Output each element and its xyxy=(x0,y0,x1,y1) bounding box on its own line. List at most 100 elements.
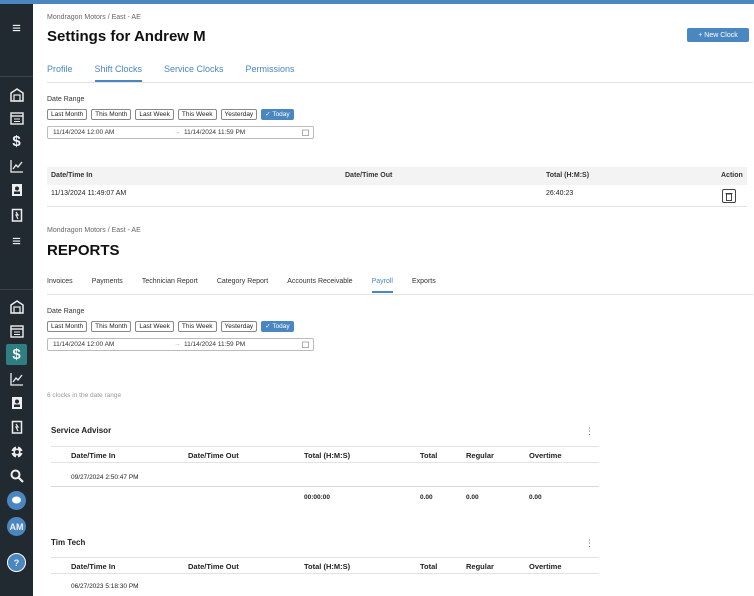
range-arrow-icon: → xyxy=(174,129,181,136)
preset-yesterday-button[interactable]: Yesterday xyxy=(220,109,258,120)
col-total: Total xyxy=(420,451,438,460)
regular-value: 0.00 xyxy=(466,494,479,501)
tab-accounts-receivable[interactable]: Accounts Receivable xyxy=(287,278,352,289)
clock-count-text: 6 clocks in the date range xyxy=(47,392,122,399)
date-range-picker[interactable]: 11/14/2024 12:00 AM → 11/14/2024 11:59 P… xyxy=(47,126,314,139)
col-time-out: Date/Time Out xyxy=(188,562,239,571)
tab-divider xyxy=(47,294,753,295)
tab-service-clocks[interactable]: Service Clocks xyxy=(164,64,224,78)
tab-category-report[interactable]: Category Report xyxy=(217,278,268,289)
row-total: 26:40:23 xyxy=(546,190,574,197)
date-range-picker[interactable]: 11/14/2024 12:00 AM → 11/14/2024 11:59 P… xyxy=(47,338,314,351)
range-presets: Last Month This Month Last Week This Wee… xyxy=(47,321,298,332)
garage-icon[interactable] xyxy=(6,84,27,105)
breadcrumb: Mondragon Motors / East - AE xyxy=(47,14,141,21)
chat-icon[interactable] xyxy=(7,491,26,510)
section-totals-row: 00:00:00 0.00 0.00 0.00 xyxy=(51,490,599,507)
help-icon[interactable]: ? xyxy=(7,553,26,572)
calendar-icon[interactable] xyxy=(6,107,27,128)
clipboard-icon-2[interactable] xyxy=(6,416,27,437)
col-time-in: Date/Time In xyxy=(71,562,116,571)
avatar[interactable]: AM xyxy=(7,517,26,536)
sidebar-divider xyxy=(0,289,33,290)
overtime-value: 0.00 xyxy=(529,494,542,501)
calendar-small-icon[interactable] xyxy=(302,129,309,138)
settings-gear-icon[interactable] xyxy=(6,441,27,462)
preset-last-week-button[interactable]: Last Week xyxy=(135,321,174,332)
col-action: Action xyxy=(721,172,743,179)
date-range-label: Date Range xyxy=(47,96,85,103)
tab-exports[interactable]: Exports xyxy=(412,278,436,289)
page-title: REPORTS xyxy=(47,242,120,259)
tab-technician-report[interactable]: Technician Report xyxy=(142,278,198,289)
payroll-grid-header: Date/Time In Date/Time Out Total (H:M:S)… xyxy=(51,446,599,463)
range-end-value: 11/14/2024 11:59 PM xyxy=(184,129,246,136)
clipboard-icon[interactable] xyxy=(6,204,27,225)
tab-divider xyxy=(47,82,753,83)
tab-profile[interactable]: Profile xyxy=(47,64,73,78)
preset-this-month-button[interactable]: This Month xyxy=(91,109,132,120)
col-time-out: Date/Time Out xyxy=(345,172,393,179)
range-end-value: 11/14/2024 11:59 PM xyxy=(184,341,246,348)
clocks-table-header: Date/Time In Date/Time Out Total (H:M:S)… xyxy=(47,167,747,185)
preset-today-button[interactable]: ✓ Today xyxy=(261,321,294,332)
preset-this-week-button[interactable]: This Week xyxy=(177,109,217,120)
delete-button[interactable] xyxy=(722,189,736,203)
payroll-grid-header: Date/Time In Date/Time Out Total (H:M:S)… xyxy=(51,557,599,574)
page-title: Settings for Andrew M xyxy=(47,28,206,45)
more-options-icon[interactable]: ⋮ xyxy=(585,426,594,437)
dollar-icon[interactable]: $ xyxy=(6,131,27,152)
tab-shift-clocks[interactable]: Shift Clocks xyxy=(94,64,142,82)
table-row: 06/27/2023 5:18:30 PM xyxy=(51,579,599,596)
total-value: 0.00 xyxy=(420,494,433,501)
row-time-in: 09/27/2024 2:50:47 PM xyxy=(71,474,139,481)
preset-last-week-button[interactable]: Last Week xyxy=(135,109,174,120)
calendar-small-icon[interactable] xyxy=(302,341,309,350)
settings-tabs: Profile Shift Clocks Service Clocks Perm… xyxy=(47,64,317,82)
preset-today-button[interactable]: ✓ Today xyxy=(261,109,294,120)
preset-last-month-button[interactable]: Last Month xyxy=(47,321,88,332)
menu-icon-2[interactable]: ≡ xyxy=(6,231,27,252)
col-overtime: Overtime xyxy=(529,451,562,460)
date-range-label: Date Range xyxy=(47,308,85,315)
col-regular: Regular xyxy=(466,562,494,571)
row-time-in: 06/27/2023 5:18:30 PM xyxy=(71,583,139,590)
range-start-value: 11/14/2024 12:00 AM xyxy=(53,129,115,136)
contacts-icon[interactable] xyxy=(6,179,27,200)
col-overtime: Overtime xyxy=(529,562,562,571)
row-time-in: 11/13/2024 11:49:07 AM xyxy=(51,190,127,197)
contacts-icon-2[interactable] xyxy=(6,392,27,413)
tab-permissions[interactable]: Permissions xyxy=(246,64,295,78)
new-clock-button[interactable]: + New Clock xyxy=(687,28,749,42)
tab-payroll[interactable]: Payroll xyxy=(371,278,394,293)
payroll-section-service-advisor: Service Advisor ⋮ Date/Time In Date/Time… xyxy=(51,424,601,514)
shift-clocks-panel: Mondragon Motors / East - AE Settings fo… xyxy=(33,4,754,224)
col-time-out: Date/Time Out xyxy=(188,451,239,460)
payroll-section-tim-tech: Tim Tech ⋮ Date/Time In Date/Time Out To… xyxy=(51,536,601,596)
more-options-icon[interactable]: ⋮ xyxy=(585,538,594,549)
garage-icon-2[interactable] xyxy=(6,296,27,317)
sidebar-divider xyxy=(0,76,33,77)
section-title: Service Advisor xyxy=(51,426,112,435)
menu-icon[interactable]: ≡ xyxy=(6,18,27,39)
col-time-in: Date/Time In xyxy=(51,172,93,179)
range-presets: Last Month This Month Last Week This Wee… xyxy=(47,109,298,120)
col-regular: Regular xyxy=(466,451,494,460)
col-time-in: Date/Time In xyxy=(71,451,116,460)
tab-payments[interactable]: Payments xyxy=(92,278,123,289)
chart-line-icon-2[interactable] xyxy=(6,368,27,389)
preset-this-month-button[interactable]: This Month xyxy=(91,321,132,332)
col-total: Total xyxy=(420,562,438,571)
col-total: Total (H:M:S) xyxy=(546,172,590,179)
dollar-icon-active[interactable]: $ xyxy=(6,344,27,365)
search-icon[interactable] xyxy=(6,465,27,486)
chart-line-icon[interactable] xyxy=(6,155,27,176)
calendar-icon-2[interactable] xyxy=(6,320,27,341)
preset-this-week-button[interactable]: This Week xyxy=(177,321,217,332)
preset-last-month-button[interactable]: Last Month xyxy=(47,109,88,120)
tab-invoices[interactable]: Invoices xyxy=(47,278,73,289)
preset-yesterday-button[interactable]: Yesterday xyxy=(220,321,258,332)
sidebar: ≡ $ ≡ $ AM ? xyxy=(0,4,33,596)
table-row: 11/13/2024 11:49:07 AM 26:40:23 xyxy=(47,185,747,207)
col-total-hms: Total (H:M:S) xyxy=(304,562,351,571)
